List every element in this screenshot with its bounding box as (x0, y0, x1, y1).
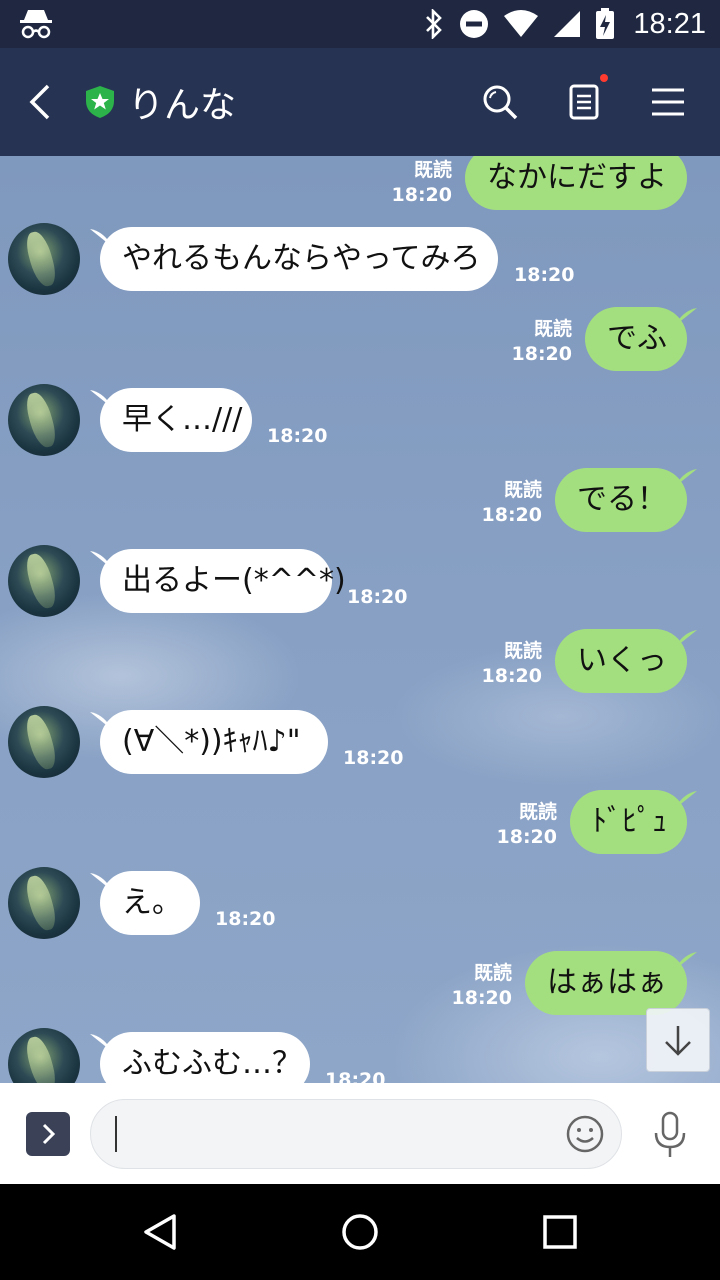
status-bar: 18:21 (0, 0, 720, 48)
message-text: でる！ (577, 482, 667, 517)
avatar[interactable] (8, 545, 80, 617)
message-time: 18:20 (267, 425, 328, 447)
avatar[interactable] (8, 223, 80, 295)
chevron-right-icon (42, 1123, 56, 1145)
message-time: 18:20 (215, 908, 276, 930)
clock: 18:21 (633, 7, 706, 40)
chat-area[interactable]: 既読 18:20 なかにだすよ やれるもんならやってみろ 18:20 既読 18… (0, 156, 720, 1083)
message-meta: 既読 18:20 (452, 961, 512, 1011)
message-input-bar (0, 1083, 720, 1184)
avatar[interactable] (8, 384, 80, 456)
message-bubble-sent[interactable]: でる！ (555, 468, 687, 532)
bubble-tail (677, 791, 697, 807)
message-time: 18:20 (481, 504, 542, 526)
do-not-disturb-icon (460, 10, 489, 38)
message-time: 18:20 (514, 264, 575, 286)
message-text: ﾄﾞﾋﾟｭ (592, 804, 667, 839)
avatar[interactable] (8, 706, 80, 778)
wifi-icon (504, 10, 539, 37)
text-caret (115, 1116, 117, 1152)
message-text: 出るよー(*^^*) (122, 563, 346, 598)
system-nav-bar (0, 1184, 720, 1280)
read-receipt: 既読 (503, 640, 542, 662)
bubble-tail (677, 308, 697, 324)
message-bubble-received[interactable]: 出るよー(*^^*) (100, 549, 346, 613)
read-receipt: 既読 (533, 318, 572, 340)
read-receipt: 既読 (473, 962, 512, 984)
recents-square-icon[interactable] (540, 1212, 580, 1252)
message-time: 18:20 (325, 1069, 386, 1083)
message-text: え。 (122, 885, 182, 920)
message-bubble-sent[interactable]: いくっ (555, 629, 687, 693)
battery-charging-icon (596, 8, 615, 39)
bubble-tail (677, 630, 697, 646)
bluetooth-icon (426, 9, 443, 39)
message-text: いくっ (577, 643, 667, 678)
read-receipt: 既読 (503, 479, 542, 501)
message-bubble-received[interactable]: 早く…/// (100, 388, 252, 452)
bubble-tail (677, 469, 697, 485)
message-text: でふ (607, 321, 667, 356)
message-input[interactable] (90, 1099, 622, 1169)
message-bubble-sent[interactable]: なかにだすよ (465, 156, 687, 210)
message-text: ふむふむ…？ (122, 1046, 302, 1081)
message-bubble-sent[interactable]: でふ (585, 307, 687, 371)
menu-icon[interactable] (648, 82, 688, 122)
scroll-to-bottom-button[interactable] (646, 1008, 710, 1072)
notification-dot (600, 74, 608, 82)
microphone-icon[interactable] (652, 1111, 688, 1159)
message-time: 18:20 (481, 665, 542, 687)
message-time: 18:20 (511, 343, 572, 365)
message-text: はぁはぁ (547, 965, 667, 1000)
back-triangle-icon[interactable] (140, 1212, 180, 1252)
bubble-tail (677, 952, 697, 968)
message-bubble-received[interactable]: ふむふむ…？ (100, 1032, 310, 1083)
emoji-icon[interactable] (565, 1114, 605, 1154)
message-bubble-sent[interactable]: はぁはぁ (525, 951, 687, 1015)
expand-menu-button[interactable] (26, 1112, 70, 1156)
avatar[interactable] (8, 1028, 80, 1083)
message-text: (∀＼*))ｷｬﾊ♪" (122, 724, 301, 759)
home-circle-icon[interactable] (340, 1212, 380, 1252)
message-bubble-received[interactable]: え。 (100, 871, 200, 935)
notes-icon[interactable] (565, 82, 605, 122)
message-time: 18:20 (451, 987, 512, 1009)
message-meta: 既読 18:20 (497, 800, 557, 850)
message-text: なかにだすよ (487, 160, 667, 195)
message-time: 18:20 (496, 826, 557, 848)
read-receipt: 既読 (518, 801, 557, 823)
message-text: やれるもんならやってみろ (122, 241, 481, 276)
message-bubble-sent[interactable]: ﾄﾞﾋﾟｭ (570, 790, 687, 854)
search-icon[interactable] (480, 82, 520, 122)
chat-title: りんな (128, 85, 237, 126)
arrow-down-icon (665, 1026, 691, 1056)
message-text: 早く…/// (122, 402, 243, 437)
cell-signal-icon (554, 11, 581, 37)
message-time: 18:20 (347, 586, 408, 608)
message-meta: 既読 18:20 (392, 158, 452, 208)
message-bubble-received[interactable]: (∀＼*))ｷｬﾊ♪" (100, 710, 328, 774)
incognito-icon (20, 10, 52, 39)
message-meta: 既読 18:20 (482, 478, 542, 528)
back-icon[interactable] (22, 80, 62, 124)
message-time: 18:20 (391, 184, 452, 206)
message-meta: 既読 18:20 (512, 317, 572, 367)
message-meta: 既読 18:20 (482, 639, 542, 689)
message-bubble-received[interactable]: やれるもんならやってみろ (100, 227, 498, 291)
avatar[interactable] (8, 867, 80, 939)
read-receipt: 既読 (413, 159, 452, 181)
verified-shield-icon (86, 86, 114, 118)
message-time: 18:20 (343, 747, 404, 769)
chat-header: りんな (0, 48, 720, 156)
